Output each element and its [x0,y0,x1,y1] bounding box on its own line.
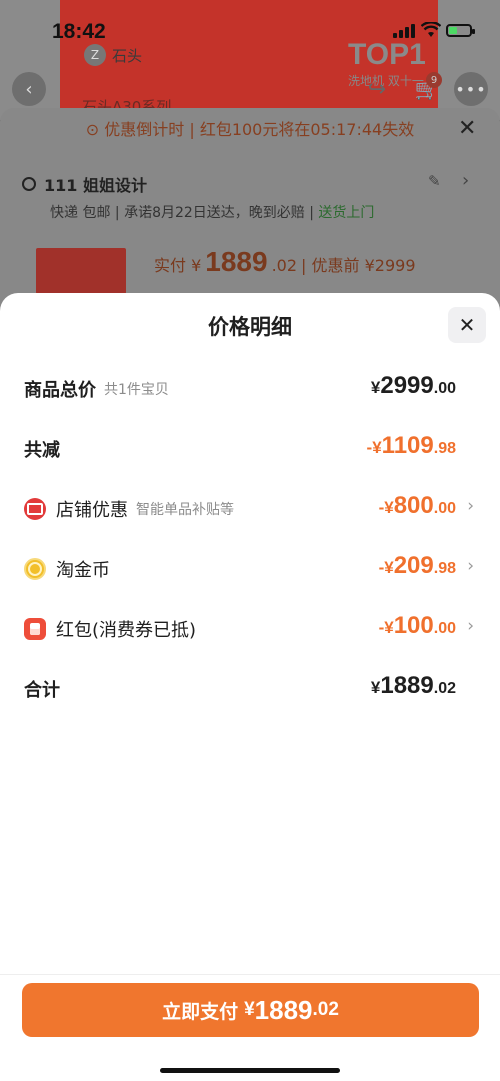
row-label: 商品总价 共1件宝贝 [24,376,169,402]
pay-amount-decimal: .02 [312,999,339,1020]
row-label: 店铺优惠 智能单品补贴等 [24,496,234,522]
shop-icon [24,498,46,520]
row-label-text: 淘金币 [56,560,110,581]
delivery-option: 送货上门 [318,205,375,221]
top-badge: TOP1 [348,38,426,71]
share-icon: ↪ [367,76,387,102]
row-amount: -¥ 800.00 [379,492,456,520]
brand-tag[interactable]: Z 石头 [84,44,142,66]
price-row-total-discount: 共减 -¥ 1109.98 [0,428,500,468]
home-indicator[interactable] [160,1068,340,1073]
amount-integer: 1109 [381,432,434,459]
coin-icon [24,558,46,580]
currency-symbol: ¥ [370,378,381,397]
row-sublabel: 智能单品补贴等 [136,502,234,518]
currency-symbol: -¥ [366,438,382,457]
row-label: 红包(消费券已抵) [24,616,196,642]
price-before: | 优惠前 ¥2999 [301,256,416,275]
sheet-title: 价格明细 [208,315,292,339]
row-label-text: 合计 [24,680,60,701]
more-dots-icon: ••• [455,79,487,99]
status-time: 18:42 [52,20,106,43]
brand-logo-icon: Z [84,44,106,66]
amount-decimal: .00 [433,620,456,637]
row-label: 共减 [24,436,60,462]
chevron-right-icon: › [467,616,474,636]
price-row-store-discount[interactable]: 店铺优惠 智能单品补贴等 -¥ 800.00 › [0,488,500,528]
row-amount: -¥ 1109.98 [367,432,456,460]
order-close-button[interactable]: ✕ [458,116,476,141]
row-label-text: 店铺优惠 [56,500,128,521]
price-detail-sheet: 价格明细 ✕ 商品总价 共1件宝贝 ¥2999.00 共减 -¥ 1109.98 … [0,293,500,1081]
brand-name: 石头 [112,46,143,65]
amount-integer: 1889 [380,672,434,699]
amount-decimal: .00 [433,500,456,517]
currency-symbol: -¥ [378,558,394,577]
signal-icon [393,24,415,38]
row-amount: ¥2999.00 [371,372,456,400]
back-button[interactable]: ‹ [12,72,46,106]
pay-button-label: 立即支付 [162,1000,239,1023]
close-icon: ✕ [458,313,476,337]
price-row-total-goods: 商品总价 共1件宝贝 ¥2999.00 [0,368,500,408]
price-row-taobao-coins[interactable]: 淘金币 -¥ 209.98 › [0,548,500,588]
price-row-red-packet[interactable]: 红包(消费券已抵) -¥ 100.00 › [0,608,500,648]
amount-decimal: .98 [433,560,456,577]
more-button[interactable]: ••• [454,72,488,106]
amount-decimal: .00 [433,380,456,397]
row-label: 淘金币 [24,556,110,582]
row-label-text: 商品总价 [24,380,96,401]
amount-integer: 800 [393,492,434,519]
chevron-right-icon: › [467,556,474,576]
footer-divider [0,974,500,975]
row-label-text: 红包(消费券已抵) [56,620,197,641]
row-amount: -¥ 209.98 [379,552,456,580]
product-thumbnail [36,248,126,294]
currency-symbol: -¥ [378,498,394,517]
pay-currency: ¥ [244,999,255,1020]
close-button[interactable]: ✕ [448,307,486,343]
red-packet-icon [24,618,46,640]
coupon-countdown: ⊙ 优惠倒计时 | 红包100元将在05:17:44失效 [85,120,415,139]
background-price: 实付 ¥ 1889 .02 | 优惠前 ¥2999 [154,246,416,278]
wifi-icon [421,22,441,37]
pay-now-button[interactable]: 立即支付 ¥1889.02 [22,983,479,1037]
row-amount: -¥ 100.00 [379,612,456,640]
chevron-right-icon: › [467,496,474,516]
row-sublabel: 共1件宝贝 [104,382,169,398]
row-label: 合计 [24,676,60,702]
share-button[interactable]: ↪ [360,72,394,106]
address-row[interactable]: 111 姐姐设计 [22,172,147,196]
currency-symbol: ¥ [370,678,381,697]
cart-count-badge: 9 [426,72,442,88]
chevron-left-icon: ‹ [25,78,33,100]
row-amount: ¥1889.02 [371,672,456,700]
amount-integer: 100 [393,612,434,639]
price-row-grand-total: 合计 ¥1889.02 [0,668,500,708]
amount-decimal: .02 [433,680,456,697]
edit-icon[interactable]: ✎ [428,172,441,190]
address-text: 111 姐姐设计 [44,176,147,195]
price-dec: .02 [271,256,298,275]
row-label-text: 共减 [24,440,60,461]
shipping-info: 快递 包邮 | 承诺8月22日送达，晚到必赔 | 送货上门 [50,202,374,222]
currency-symbol: -¥ [378,618,394,637]
amount-integer: 209 [393,552,434,579]
amount-integer: 2999 [380,372,434,399]
price-label: 实付 ¥ [154,256,202,275]
location-pin-icon [22,177,36,191]
price-int: 1889 [205,246,268,277]
battery-icon [446,24,475,37]
pay-amount-integer: 1889 [254,994,313,1025]
amount-decimal: .98 [433,440,456,457]
address-chevron-icon: › [462,170,470,191]
shipping-text: 快递 包邮 | 承诺8月22日送达，晚到必赔 | [50,205,319,221]
